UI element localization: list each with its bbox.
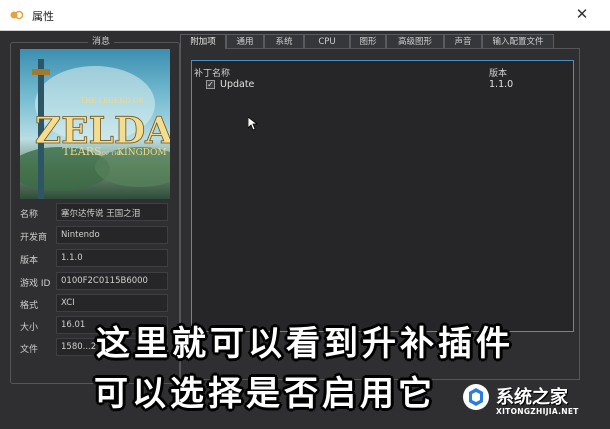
caption-line-1: 这里就可以看到升补插件 xyxy=(96,324,514,364)
column-header-patch-name[interactable]: 补丁名称 xyxy=(194,66,230,79)
watermark: 系统之家 XITONGZHIJIA.NET xyxy=(462,381,602,421)
column-header-version[interactable]: 版本 xyxy=(489,66,507,79)
game-cover-image: THE LEGEND OF ZELDA TEARS OF THE KINGDOM xyxy=(20,49,170,199)
version-field[interactable]: 1.1.0 xyxy=(56,249,168,267)
tab-addons[interactable]: 附加项 xyxy=(180,34,226,49)
tab-cpu[interactable]: CPU xyxy=(304,34,350,48)
svg-text:TEARS: TEARS xyxy=(62,145,101,158)
name-label: 名称 xyxy=(20,210,39,220)
cover-art: THE LEGEND OF ZELDA TEARS OF THE KINGDOM xyxy=(20,59,170,199)
game-id-field[interactable]: 0100F2C0115B6000 xyxy=(56,272,168,290)
update-checkbox[interactable]: ✓ xyxy=(206,80,215,89)
developer-label: 开发商 xyxy=(20,233,48,243)
name-field[interactable]: 塞尔达传说 王国之泪 xyxy=(56,203,168,221)
info-group-title: 消息 xyxy=(88,34,115,47)
game-id-label: 游戏 ID xyxy=(20,279,51,289)
tab-system[interactable]: 系统 xyxy=(264,34,304,48)
mouse-cursor-icon xyxy=(248,117,258,131)
svg-text:ZELDA: ZELDA xyxy=(35,110,170,152)
tab-audio[interactable]: 声音 xyxy=(444,34,482,48)
svg-text:THE LEGEND OF: THE LEGEND OF xyxy=(80,97,143,105)
watermark-logo-icon xyxy=(463,384,489,410)
svg-text:KINGDOM: KINGDOM xyxy=(117,148,166,158)
tab-input-profiles[interactable]: 输入配置文件 xyxy=(482,34,554,48)
addon-name[interactable]: Update xyxy=(220,79,254,90)
developer-field[interactable]: Nintendo xyxy=(56,226,168,244)
format-field[interactable]: XCI xyxy=(56,294,168,312)
tab-general[interactable]: 通用 xyxy=(226,34,264,48)
watermark-url: XITONGZHIJIA.NET xyxy=(496,407,579,416)
app-icon xyxy=(10,10,23,20)
title-bar: 属性 ✕ xyxy=(0,0,610,31)
tab-advanced-graphics[interactable]: 高级图形 xyxy=(386,34,444,48)
format-label: 格式 xyxy=(20,301,39,311)
close-button[interactable]: ✕ xyxy=(572,5,592,23)
version-label: 版本 xyxy=(20,256,39,266)
window-title: 属性 xyxy=(32,10,54,23)
addons-list[interactable] xyxy=(191,60,574,332)
addon-version: 1.1.0 xyxy=(489,79,514,90)
tab-graphics[interactable]: 图形 xyxy=(350,34,386,48)
watermark-text: 系统之家 xyxy=(496,387,568,408)
